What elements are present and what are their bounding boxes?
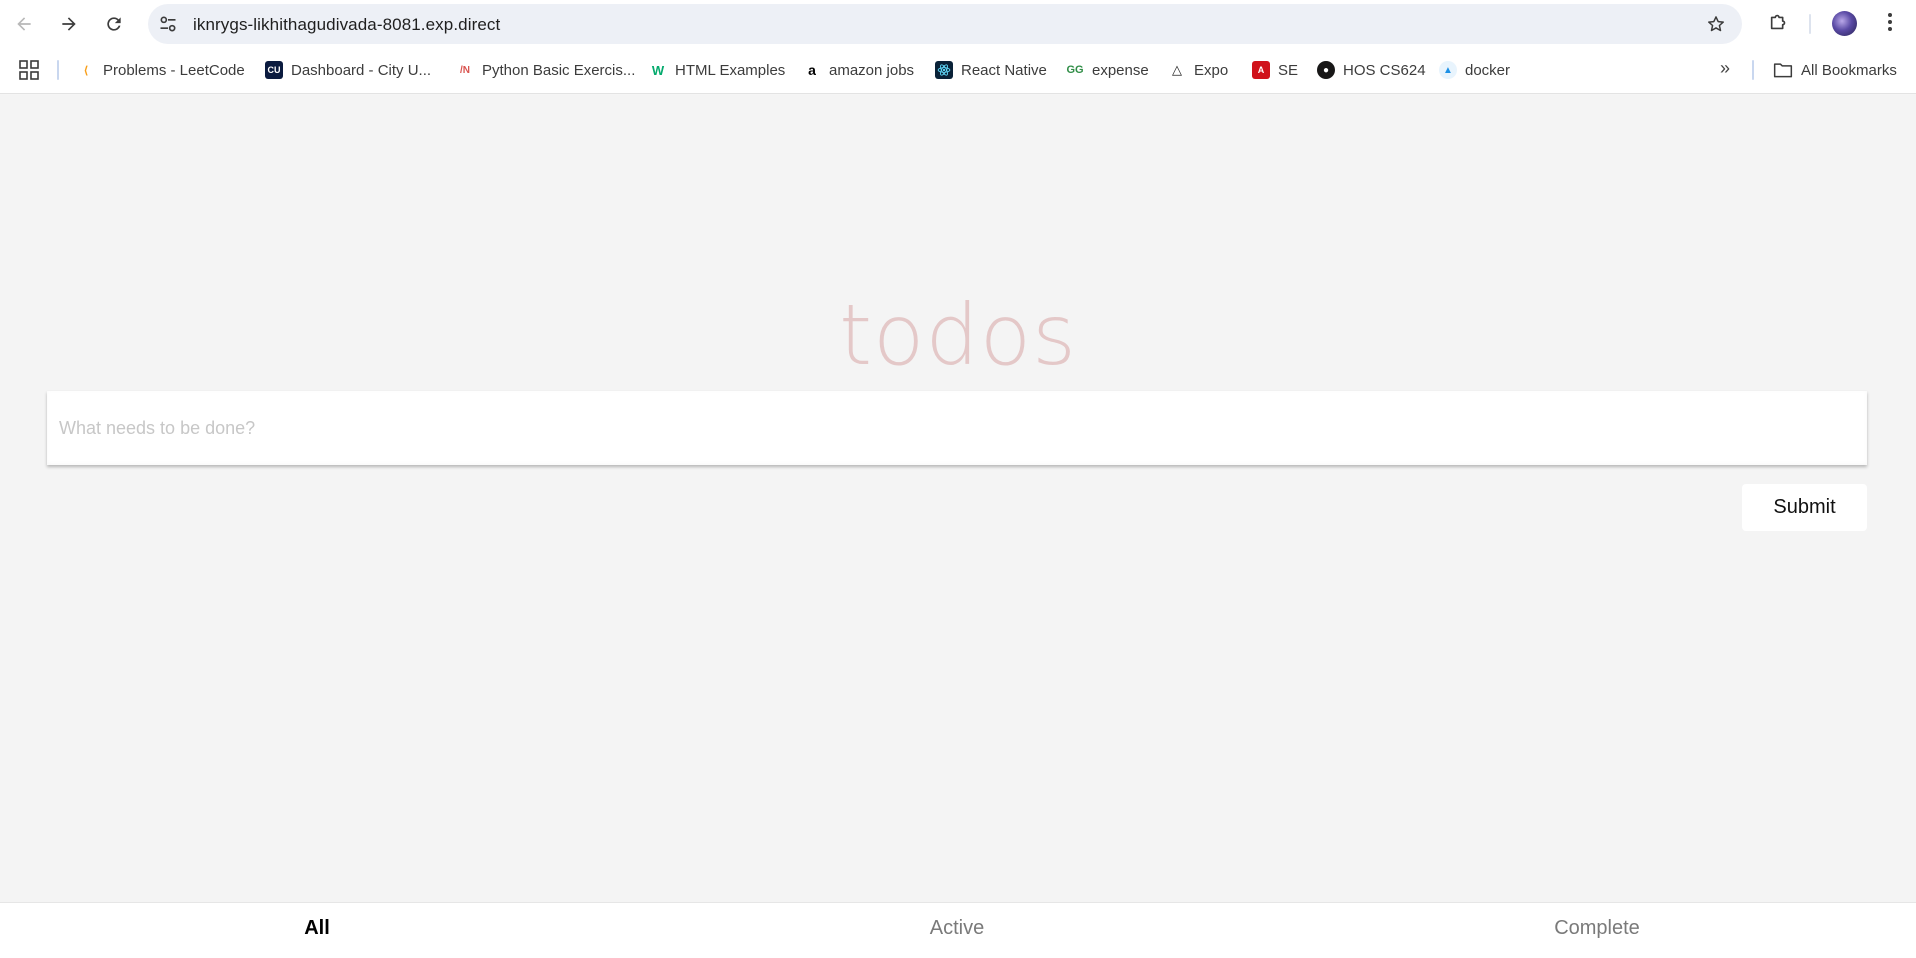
bookmarks-separator-right xyxy=(1752,60,1754,80)
filter-all-tab[interactable]: All xyxy=(167,917,467,940)
todo-app: todos Submit xyxy=(0,95,1916,958)
bookmarks-overflow-icon[interactable]: » xyxy=(1715,58,1735,78)
bookmark-expense[interactable]: GG expense xyxy=(1066,56,1148,84)
apps-grid-icon[interactable] xyxy=(19,60,39,80)
bookmark-leetcode[interactable]: ⟨ Problems - LeetCode xyxy=(77,56,244,84)
bookmark-expo[interactable]: △ Expo xyxy=(1168,56,1228,84)
site-settings-icon[interactable] xyxy=(158,14,178,34)
address-bar[interactable]: iknrygs-likhithagudivada-8081.exp.direct xyxy=(148,4,1742,44)
forward-button[interactable] xyxy=(53,8,85,40)
bookmark-react-native[interactable]: React Native xyxy=(935,56,1047,84)
bookmark-html-examples[interactable]: W HTML Examples xyxy=(649,56,785,84)
all-bookmarks-button[interactable]: All Bookmarks xyxy=(1773,56,1897,84)
extensions-button[interactable] xyxy=(1767,10,1791,34)
filter-complete-tab[interactable]: Complete xyxy=(1447,917,1747,940)
cityu-icon: CU xyxy=(265,61,283,79)
puzzle-icon xyxy=(1770,14,1786,30)
filter-active-tab[interactable]: Active xyxy=(807,917,1107,940)
profile-avatar[interactable] xyxy=(1832,11,1857,36)
folder-icon xyxy=(1773,63,1793,78)
bookmark-hos-cs624[interactable]: ● HOS CS624 xyxy=(1317,56,1426,84)
react-icon xyxy=(935,61,953,79)
leetcode-icon: ⟨ xyxy=(83,64,89,77)
bookmark-star-icon[interactable] xyxy=(1706,14,1726,34)
filter-tabs: All Active Complete xyxy=(0,902,1916,958)
new-todo-input[interactable] xyxy=(47,391,1867,465)
bookmark-amazon-jobs[interactable]: a amazon jobs xyxy=(803,56,914,84)
chrome-menu-button[interactable] xyxy=(1878,10,1902,34)
bookmarks-separator xyxy=(57,60,59,80)
kebab-menu-icon xyxy=(1888,13,1892,31)
geeksforgeeks-icon: GG xyxy=(1066,64,1084,76)
bookmark-se[interactable]: A SE xyxy=(1252,56,1298,84)
browser-toolbar: iknrygs-likhithagudivada-8081.exp.direct xyxy=(0,0,1916,47)
url-text[interactable]: iknrygs-likhithagudivada-8081.exp.direct xyxy=(193,15,500,35)
bookmark-python-exercises[interactable]: /N Python Basic Exercis... xyxy=(456,56,635,84)
reload-icon xyxy=(107,17,121,31)
w3resource-icon: /N xyxy=(460,64,470,76)
bookmark-cityu-dashboard[interactable]: CU Dashboard - City U... xyxy=(265,56,431,84)
bookmark-docker[interactable]: ▲ docker xyxy=(1439,56,1510,84)
w3schools-icon: W xyxy=(651,62,665,78)
arrow-left-icon xyxy=(17,17,31,31)
arrow-right-icon xyxy=(62,17,76,31)
back-button[interactable] xyxy=(8,8,40,40)
reload-button[interactable] xyxy=(98,8,130,40)
app-title: todos xyxy=(839,286,1077,384)
pdf-icon: A xyxy=(1252,61,1270,79)
toolbar-separator xyxy=(1809,14,1811,34)
docker-icon: ▲ xyxy=(1439,61,1457,79)
github-icon: ● xyxy=(1317,61,1335,79)
amazon-icon: a xyxy=(808,62,816,78)
expo-icon: △ xyxy=(1172,62,1182,77)
submit-button[interactable]: Submit xyxy=(1742,484,1867,531)
